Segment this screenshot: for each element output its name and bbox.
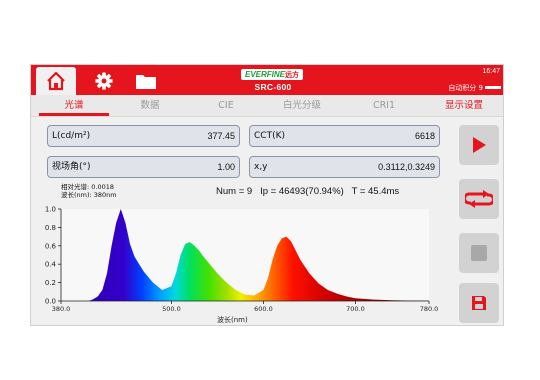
gear-icon: [95, 72, 113, 90]
auto-integration-label: 自动积分 9: [448, 84, 483, 92]
t-stat: T = 45.4ms: [351, 186, 400, 197]
xy-label: x,y: [254, 162, 268, 172]
save-button[interactable]: [459, 283, 499, 323]
tab-display-settings[interactable]: 显示设置: [429, 95, 499, 116]
x-tick-label: 700.0: [346, 305, 365, 313]
cct-field: CCT(K) 6618: [249, 125, 440, 147]
top-bar: EVERFINE远方 SRC-600 16:47 自动积分 9: [31, 65, 503, 95]
loop-button[interactable]: [459, 179, 499, 219]
view-angle-field: 视场角(°) 1.00: [47, 156, 240, 178]
y-tick-label: 0.4: [45, 261, 57, 269]
x-tick-label: 600.0: [254, 305, 273, 313]
y-tick-label: 0.6: [45, 242, 57, 250]
y-tick-label: 0.8: [45, 224, 56, 232]
luminance-label: L(cd/m²): [52, 131, 91, 141]
cct-value: 6618: [414, 131, 435, 141]
x-tick-label: 500.0: [162, 305, 181, 313]
model-name: SRC-600: [254, 82, 292, 92]
home-icon: [47, 71, 65, 91]
auto-integration-bar: [485, 86, 501, 89]
clock: 16:47: [482, 68, 500, 75]
spectrum-chart: 1.00.80.60.40.20.0380.0 500.0 600.0 700.0 78…: [45, 206, 439, 314]
tab-cie[interactable]: CIE: [191, 95, 261, 116]
app-window: EVERFINE远方 SRC-600 16:47 自动积分 9 光谱 数据 CI…: [30, 64, 504, 326]
luminance-value: 377.45: [207, 131, 235, 141]
loop-icon: [465, 190, 493, 208]
x-axis-label: 波长(nm): [217, 316, 248, 324]
folder-icon: [136, 75, 156, 89]
tab-white-binning[interactable]: 白光分级: [267, 95, 337, 116]
play-button[interactable]: [459, 125, 499, 165]
cursor-wavelength: 波长(nm): 380nm: [61, 191, 117, 199]
x-tick-label: 380.0: [52, 305, 71, 313]
folder-button[interactable]: [128, 67, 164, 95]
xy-value: 0.3112,0.3249: [378, 162, 435, 172]
num-stat: Num = 9: [216, 186, 253, 197]
save-icon: [472, 296, 486, 310]
home-button[interactable]: [36, 67, 76, 95]
ip-stat: Ip = 46493(70.94%): [260, 186, 344, 197]
y-tick-label: 1.0: [45, 206, 56, 214]
active-tab-indicator: [39, 113, 109, 116]
view-angle-label: 视场角(°): [52, 162, 91, 172]
cursor-relative-value: 相对光谱: 0.0018: [61, 183, 114, 191]
x-tick-label: 780.0: [420, 305, 439, 313]
play-icon: [473, 137, 486, 153]
cct-label: CCT(K): [254, 131, 285, 141]
luminance-field: L(cd/m²) 377.45: [47, 125, 240, 147]
tab-cri[interactable]: CRI1: [349, 95, 419, 116]
brand-logo: EVERFINE远方: [241, 69, 303, 80]
xy-field: x,y 0.3112,0.3249: [249, 156, 440, 178]
view-angle-value: 1.00: [217, 162, 235, 172]
stop-button[interactable]: [459, 233, 499, 273]
tab-data[interactable]: 数据: [115, 95, 185, 116]
cursor-readout: 相对光谱: 0.0018 波长(nm): 380nm: [61, 183, 117, 199]
measurement-stats: Num = 9 Ip = 46493(70.94%) T = 45.4ms: [216, 186, 399, 197]
y-tick-label: 0.2: [45, 279, 56, 287]
stop-icon: [471, 245, 487, 261]
settings-button[interactable]: [86, 67, 122, 95]
